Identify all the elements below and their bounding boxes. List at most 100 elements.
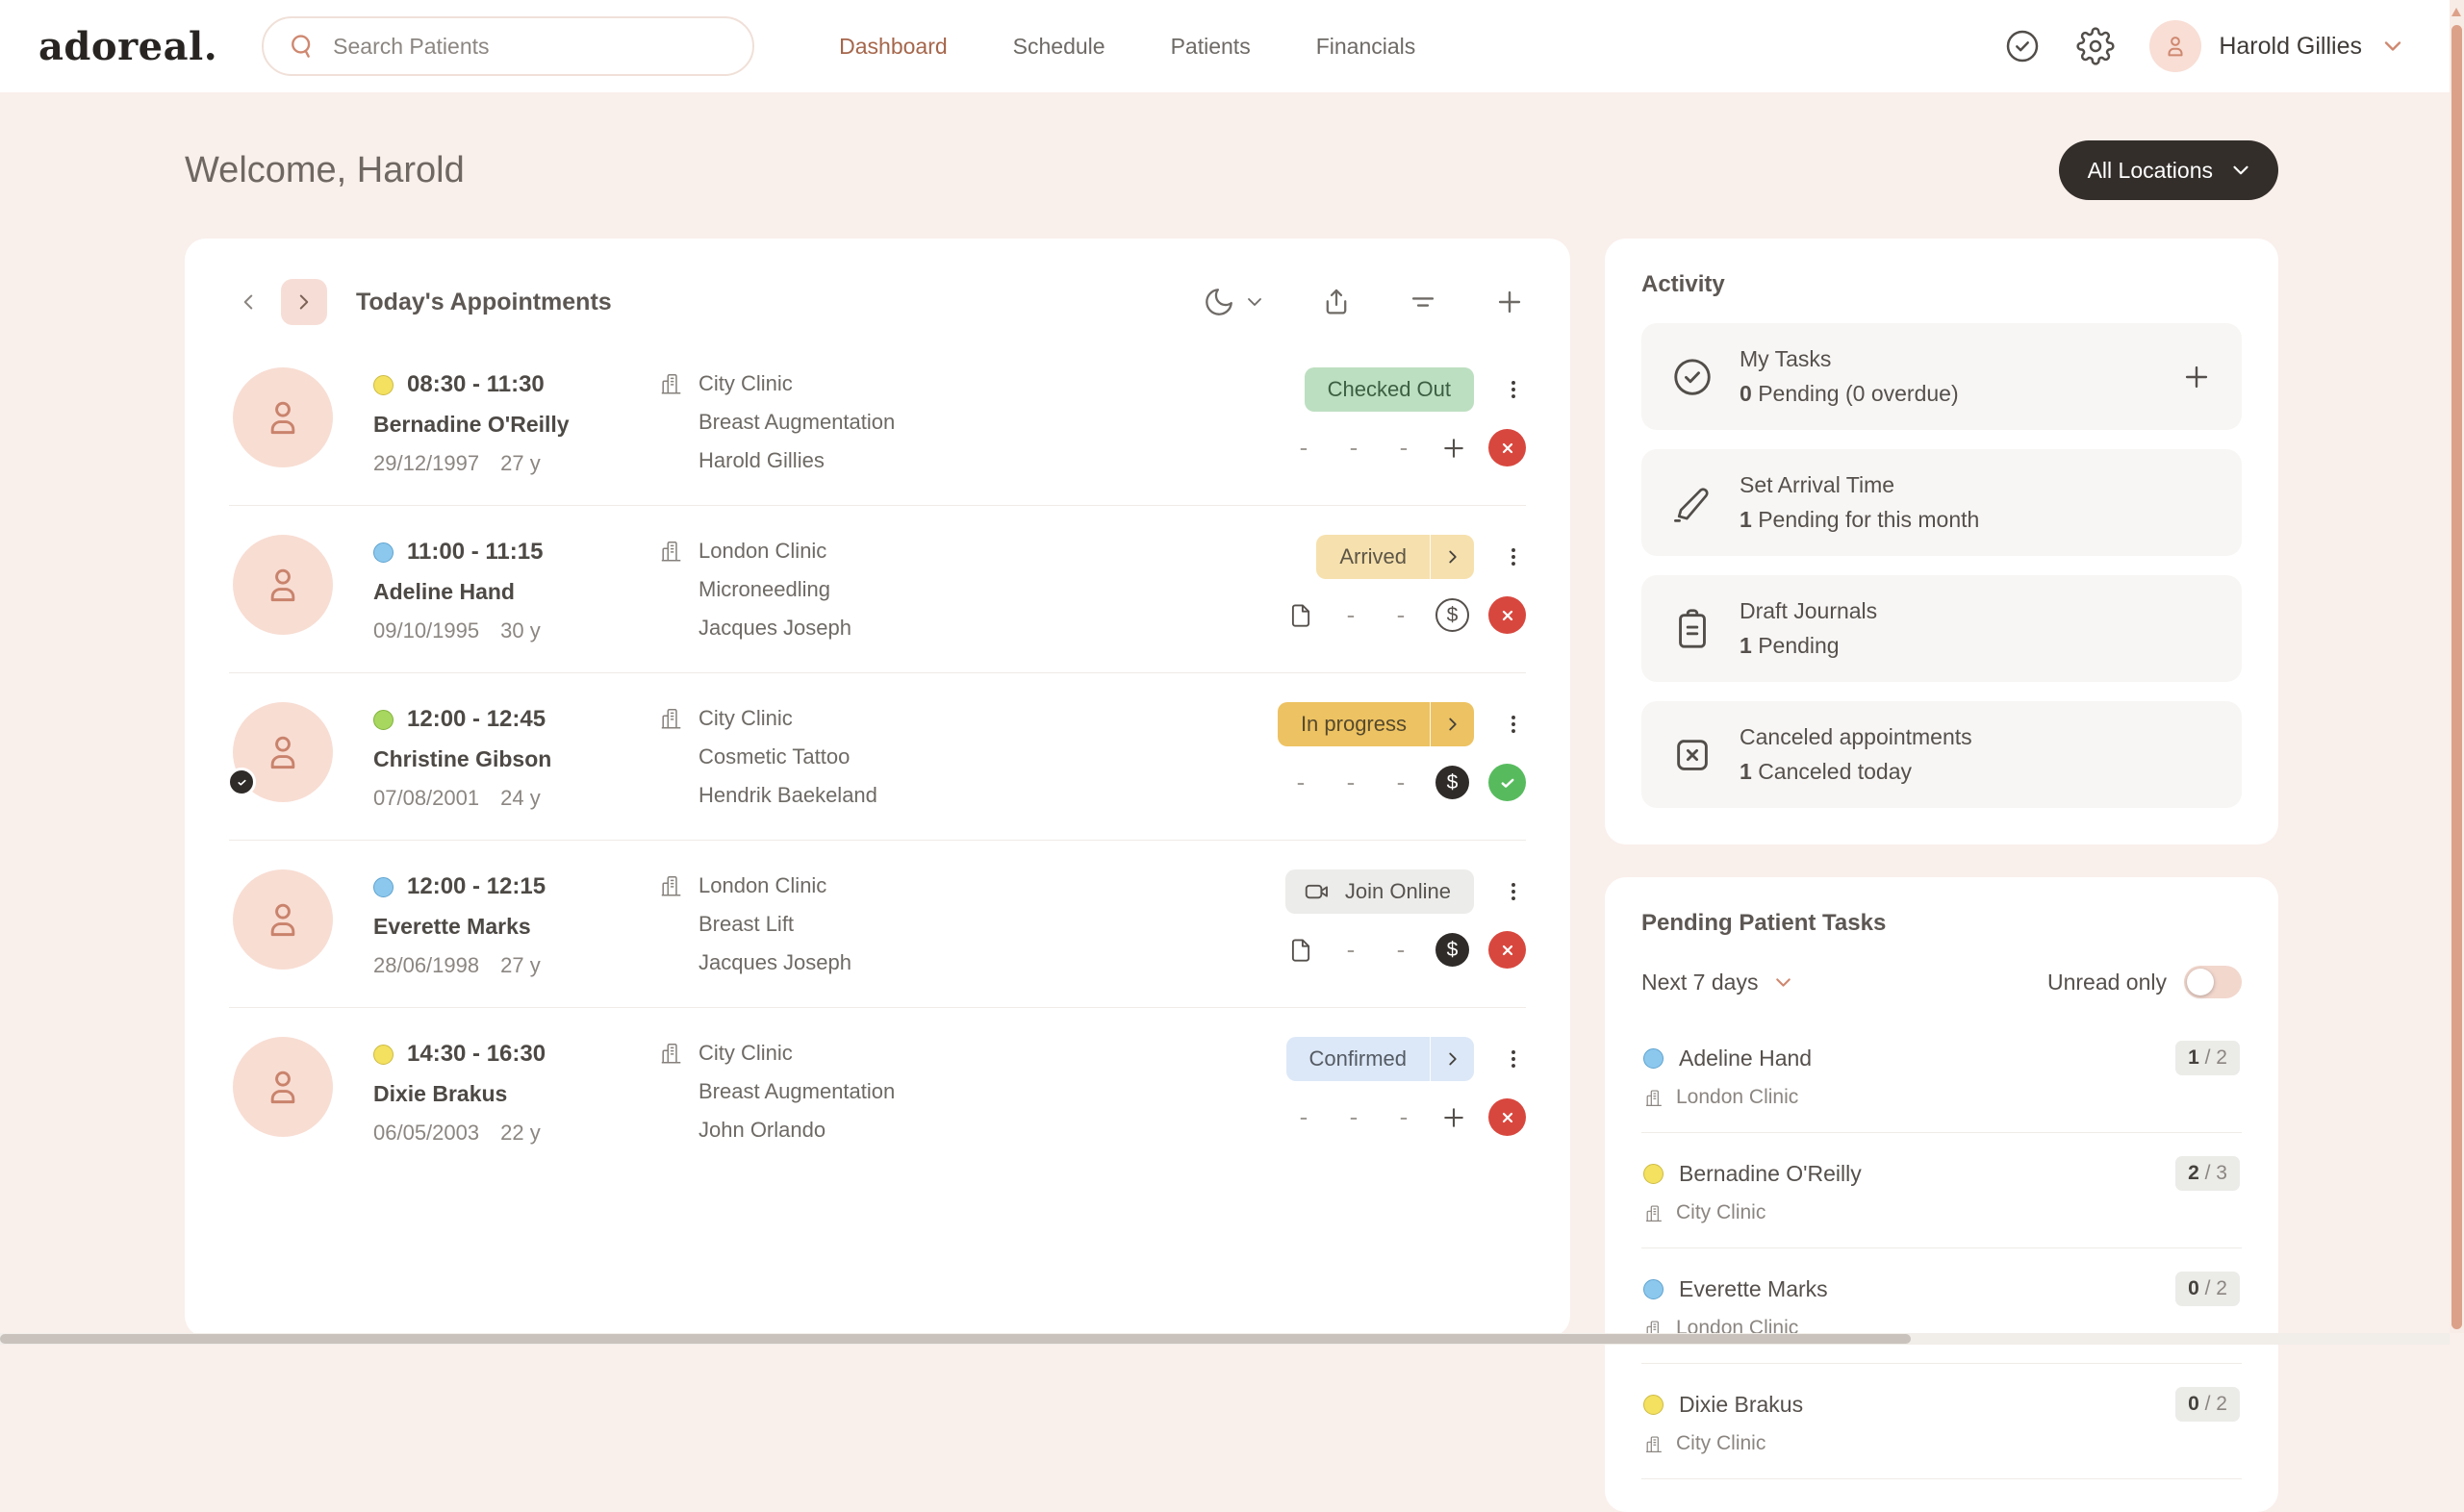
patient-name[interactable]: Adeline Hand (373, 579, 658, 605)
task-progress-badge: 0 / 2 (2175, 1387, 2240, 1422)
horizontal-scrollbar[interactable] (0, 1333, 2450, 1345)
status-advance-icon[interactable] (1430, 702, 1474, 746)
empty-action: - (1285, 765, 1316, 801)
appointment-type-dot (1643, 1164, 1664, 1184)
empty-action: - (1335, 932, 1366, 969)
unread-only-toggle[interactable] (2184, 966, 2242, 998)
patient-name[interactable]: Christine Gibson (373, 746, 658, 772)
previous-day-button[interactable] (229, 281, 267, 323)
status-advance-icon[interactable] (1430, 535, 1474, 579)
appointments-title: Today's Appointments (356, 289, 612, 316)
status-badge[interactable]: Checked Out (1305, 367, 1474, 412)
procedure-name: Breast Lift (699, 912, 1270, 937)
document-icon[interactable] (1285, 597, 1316, 634)
payment-icon[interactable]: $ (1435, 598, 1469, 632)
search-box[interactable] (262, 16, 754, 76)
row-menu-icon[interactable] (1501, 538, 1526, 576)
cancel-appointment-icon[interactable] (1488, 596, 1526, 634)
row-menu-icon[interactable] (1501, 1040, 1526, 1078)
night-mode-dropdown[interactable] (1203, 286, 1266, 318)
cancel-appointment-icon[interactable] (1488, 429, 1526, 466)
empty-action: - (1335, 597, 1366, 634)
pending-task-row[interactable]: Dixie Brakus0 / 2City Clinic (1641, 1364, 2242, 1479)
patient-name[interactable]: Everette Marks (1679, 1276, 1828, 1302)
status-badge[interactable]: Join Online (1285, 869, 1474, 914)
activity-item[interactable]: Set Arrival Time 1 Pending for this month (1641, 449, 2242, 556)
nav-financials[interactable]: Financials (1316, 34, 1416, 60)
horizontal-scroll-thumb[interactable] (0, 1334, 1911, 1344)
row-menu-icon[interactable] (1501, 370, 1526, 409)
pending-task-row[interactable]: Adeline Hand1 / 2London Clinic (1641, 1018, 2242, 1133)
nav-dashboard[interactable]: Dashboard (839, 34, 948, 60)
procedure-name: Cosmetic Tattoo (699, 744, 1270, 769)
nav-schedule[interactable]: Schedule (1013, 34, 1105, 60)
appointment-row: 12:00 - 12:15Everette Marks28/06/199827 … (229, 841, 1526, 1008)
procedure-name: Breast Augmentation (699, 1079, 1270, 1104)
settings-gear-icon[interactable] (2076, 27, 2115, 65)
cancel-appointment-icon[interactable] (1488, 931, 1526, 969)
filter-icon[interactable] (1407, 286, 1439, 318)
status-badge[interactable]: Arrived (1316, 535, 1474, 579)
video-camera-icon (1303, 877, 1332, 906)
patient-name[interactable]: Everette Marks (373, 914, 658, 940)
activity-item[interactable]: Canceled appointments1 Canceled today (1641, 701, 2242, 808)
payment-paid-icon[interactable]: $ (1435, 933, 1469, 967)
toggle-knob (2187, 969, 2214, 995)
user-menu[interactable]: Harold Gillies (2149, 20, 2406, 72)
status-badge[interactable]: Confirmed (1286, 1037, 1474, 1081)
search-input[interactable] (333, 34, 743, 60)
patient-name[interactable]: Adeline Hand (1679, 1046, 1812, 1071)
pending-task-row[interactable]: Everette Marks0 / 2London Clinic (1641, 1248, 2242, 1364)
activity-card: Activity My Tasks0 Pending (0 overdue) Se… (1605, 239, 2278, 844)
moon-icon (1203, 286, 1235, 318)
patient-name[interactable]: Bernadine O'Reilly (373, 412, 658, 438)
clinic-icon (658, 873, 683, 898)
tasks-total: / 2 (2205, 1277, 2227, 1299)
activity-item[interactable]: My Tasks0 Pending (0 overdue) (1641, 323, 2242, 430)
canceled-square-icon (1670, 733, 1715, 777)
practitioner-name: Hendrik Baekeland (699, 783, 1270, 808)
pending-task-row[interactable]: Bernadine O'Reilly2 / 3City Clinic (1641, 1133, 2242, 1248)
main-nav: Dashboard Schedule Patients Financials (839, 34, 1415, 60)
activity-item-title: Set Arrival Time (1740, 472, 1979, 498)
cancel-appointment-icon[interactable] (1488, 1098, 1526, 1136)
location-filter-button[interactable]: All Locations (2059, 140, 2278, 200)
row-menu-icon[interactable] (1501, 872, 1526, 911)
status-badge[interactable]: In progress (1278, 702, 1474, 746)
task-progress-badge: 1 / 2 (2175, 1041, 2240, 1075)
appointment-time: 12:00 - 12:15 (407, 873, 546, 900)
patient-name[interactable]: Dixie Brakus (373, 1081, 658, 1107)
status-advance-icon[interactable] (1430, 1037, 1474, 1081)
appointments-list: 08:30 - 11:30Bernadine O'Reilly29/12/199… (229, 339, 1526, 1174)
patient-avatar (233, 535, 333, 635)
activity-item-subtitle: 1 Pending for this month (1740, 507, 1979, 533)
tasks-check-circle-icon[interactable] (2003, 27, 2042, 65)
clinic-icon (1643, 1434, 1664, 1454)
add-service-icon[interactable] (1438, 1099, 1469, 1136)
status-label: Join Online (1332, 879, 1474, 904)
nav-patients[interactable]: Patients (1171, 34, 1251, 60)
clinic-name: City Clinic (699, 1041, 793, 1066)
brand-logo[interactable]: adoreal. (38, 24, 217, 69)
activity-title: Activity (1641, 271, 2242, 298)
patient-name[interactable]: Bernadine O'Reilly (1679, 1161, 1862, 1187)
payment-paid-icon[interactable]: $ (1435, 766, 1469, 799)
clinic-icon (658, 371, 683, 396)
vertical-scroll-thumb[interactable] (2451, 25, 2462, 1329)
row-menu-icon[interactable] (1501, 705, 1526, 743)
scroll-up-arrow-icon[interactable] (2451, 8, 2461, 16)
add-appointment-icon[interactable] (1493, 286, 1526, 318)
complete-appointment-icon[interactable] (1488, 764, 1526, 801)
appointment-row: 14:30 - 16:30Dixie Brakus06/05/200322 yC… (229, 1008, 1526, 1174)
export-icon[interactable] (1320, 286, 1353, 318)
add-task-icon[interactable] (2180, 361, 2213, 393)
empty-action: - (1388, 1099, 1419, 1136)
next-day-button[interactable] (281, 279, 327, 325)
activity-item[interactable]: Draft Journals1 Pending (1641, 575, 2242, 682)
vertical-scrollbar[interactable] (2450, 0, 2464, 1333)
date-range-dropdown[interactable]: Next 7 days (1641, 970, 1795, 995)
add-service-icon[interactable] (1438, 430, 1469, 466)
patient-name[interactable]: Dixie Brakus (1679, 1392, 1803, 1418)
clinic-name: City Clinic (699, 706, 793, 731)
document-icon[interactable] (1285, 932, 1316, 969)
